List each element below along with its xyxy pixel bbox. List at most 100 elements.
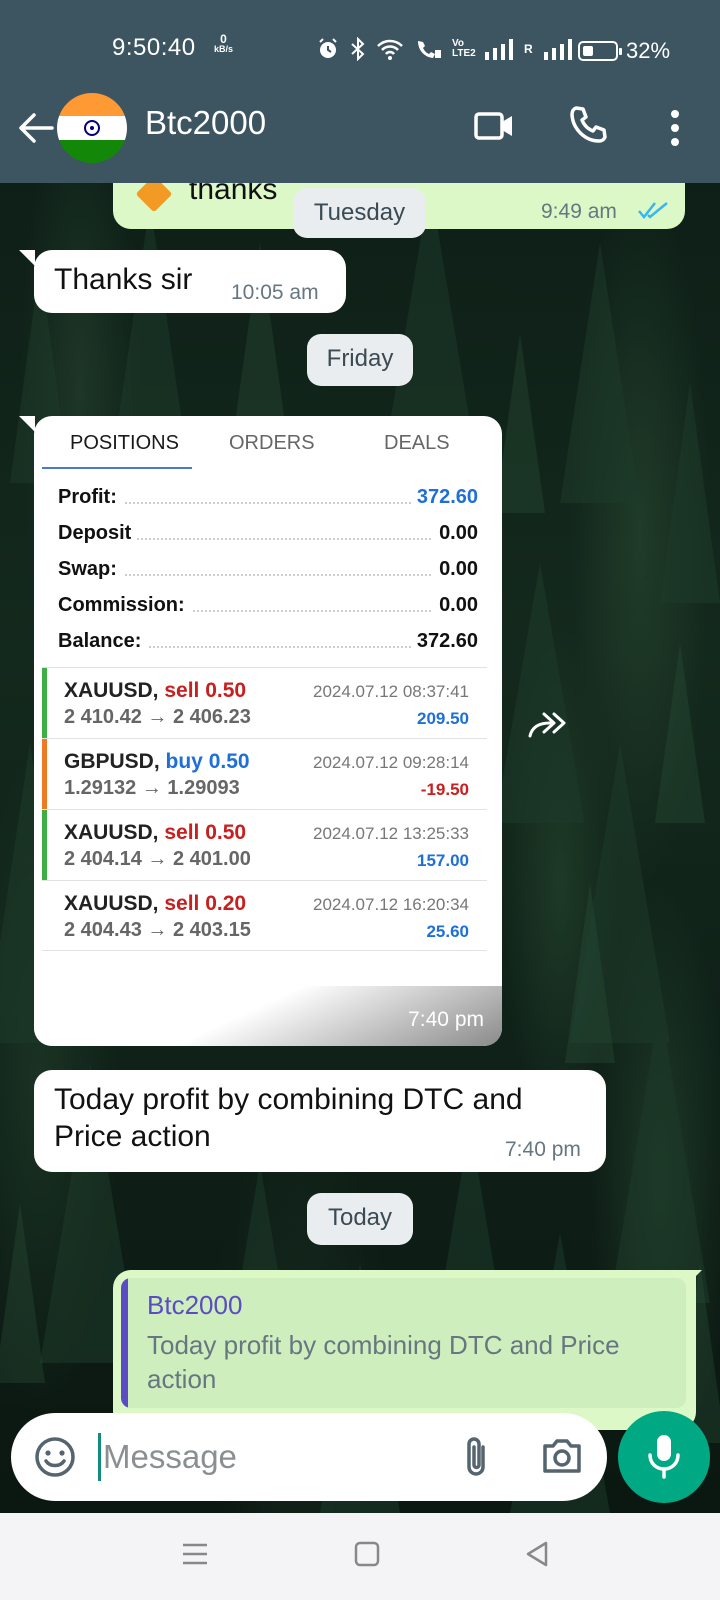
- deal-datetime: 2024.07.12 09:28:14: [313, 753, 469, 772]
- back-triangle-icon[interactable]: [522, 1539, 552, 1569]
- bubble-tail: [19, 416, 35, 432]
- emoji-icon[interactable]: [33, 1435, 77, 1479]
- orange-diamond-emoji-icon: [135, 183, 173, 213]
- contact-name[interactable]: Btc2000: [145, 104, 266, 142]
- deal-pl: -19.50: [420, 780, 469, 799]
- signal-roaming-label: R: [524, 42, 533, 56]
- deal-pl: 25.60: [426, 922, 469, 941]
- flag-chakra: [84, 120, 100, 137]
- outgoing-reply-message[interactable]: Btc2000 Today profit by combining DTC an…: [113, 1270, 696, 1430]
- message-text: Thanks sir: [54, 263, 193, 296]
- summary-deposit: Deposit 0.00: [58, 522, 478, 552]
- video-call-icon[interactable]: [474, 106, 514, 146]
- incoming-message[interactable]: Thanks sir 10:05 am: [34, 250, 346, 313]
- deal-symbol: XAUUSD,: [64, 892, 159, 915]
- deal-datetime: 2024.07.12 16:20:34: [313, 895, 469, 914]
- summary-value: 0.00: [433, 558, 478, 581]
- deal-symbol: GBPUSD,: [64, 750, 160, 773]
- reply-quote-bar: [121, 1278, 128, 1408]
- deal-row: XAUUSD, sell 0.20 2 404.43 → 2 403.15 20…: [42, 880, 487, 951]
- deal-side: sell 0.50: [164, 821, 247, 844]
- bubble-tail: [19, 250, 35, 266]
- deal-side: buy 0.50: [165, 750, 250, 773]
- image-message[interactable]: POSITIONS ORDERS DEALS Profit: 372.60 De…: [34, 416, 502, 1046]
- deal-status-bar: [42, 810, 47, 881]
- deal-prices: 2 410.42 → 2 406.23: [64, 706, 251, 728]
- message-time: 7:40 pm: [408, 1008, 484, 1031]
- message-time: 9:49 am: [541, 200, 617, 223]
- battery-percent: 32%: [626, 38, 671, 63]
- reply-quote-text: Today profit by combining DTC and Price: [147, 1330, 620, 1360]
- signal-icon: [485, 39, 513, 60]
- net-speed-value: 0: [220, 32, 227, 46]
- summary-commission: Commission: 0.00: [58, 594, 478, 624]
- mic-button[interactable]: [618, 1411, 710, 1503]
- volte-icon: Vo LTE2: [452, 38, 476, 59]
- message-time: 10:05 am: [231, 281, 319, 304]
- message-input[interactable]: [103, 1433, 433, 1481]
- message-composer: [11, 1413, 607, 1501]
- text-caret: [98, 1433, 101, 1481]
- date-separator: Today: [307, 1193, 413, 1245]
- message-text-line: Price action: [54, 1120, 211, 1153]
- overflow-menu-icon[interactable]: [660, 106, 690, 150]
- deal-side: sell 0.20: [164, 892, 247, 915]
- microphone-icon: [648, 1435, 680, 1479]
- summary-label: Commission:: [58, 594, 191, 617]
- deal-row: XAUUSD, sell 0.50 2 410.42 → 2 406.23 20…: [42, 667, 487, 739]
- message-time: 7:40 pm: [505, 1138, 581, 1161]
- summary-value: 372.60: [410, 630, 478, 653]
- deal-prices: 2 404.43 → 2 403.15: [64, 919, 251, 941]
- summary-balance: Balance: 372.60: [58, 630, 478, 660]
- bluetooth-icon: [351, 37, 365, 61]
- battery: 32%: [578, 38, 670, 64]
- wifi-icon: [377, 39, 403, 60]
- summary-value: 0.00: [433, 594, 478, 617]
- avatar[interactable]: [57, 93, 127, 163]
- alarm-icon: [319, 38, 337, 58]
- deal-symbol: XAUUSD,: [64, 679, 159, 702]
- summary-swap: Swap: 0.00: [58, 558, 478, 588]
- summary-label: Profit:: [58, 486, 123, 509]
- summary-label: Swap:: [58, 558, 123, 581]
- forward-icon[interactable]: [528, 710, 570, 740]
- tab-bar: POSITIONS ORDERS DEALS: [42, 424, 494, 469]
- signal-roaming-icon: [543, 39, 572, 60]
- deal-row: XAUUSD, sell 0.50 2 404.14 → 2 401.00 20…: [42, 809, 487, 881]
- summary-profit: Profit: 372.60: [58, 486, 478, 516]
- reply-quote[interactable]: Btc2000 Today profit by combining DTC an…: [121, 1278, 686, 1408]
- attachment-icon[interactable]: [461, 1435, 491, 1479]
- net-speed: 0 kB/s: [214, 32, 234, 54]
- read-ticks-icon: [638, 202, 668, 219]
- voice-call-icon[interactable]: [568, 104, 610, 146]
- tab-orders: ORDERS: [229, 432, 315, 454]
- summary-value: 372.60: [410, 486, 478, 509]
- deal-datetime: 2024.07.12 08:37:41: [313, 682, 469, 701]
- battery-icon: [578, 41, 622, 61]
- status-time: 9:50:40: [112, 34, 196, 61]
- incoming-message[interactable]: Today profit by combining DTC and Price …: [34, 1070, 606, 1172]
- deal-symbol: XAUUSD,: [64, 821, 159, 844]
- status-icons: Vo LTE2 R: [316, 36, 573, 62]
- message-text-line: Today profit by combining DTC and: [54, 1083, 523, 1116]
- deal-pl: 157.00: [417, 851, 469, 870]
- summary-value: 0.00: [433, 522, 478, 545]
- deal-datetime: 2024.07.12 13:25:33: [313, 824, 469, 843]
- date-separator: Tuesday: [293, 188, 426, 238]
- summary-label: Deposit: [58, 522, 138, 545]
- deal-pl: 209.50: [417, 709, 469, 728]
- system-nav-bar: [0, 1513, 720, 1600]
- status-bar: 9:50:40 0 kB/s Vo LTE2 R 32%: [0, 26, 720, 70]
- tab-deals: DEALS: [384, 432, 450, 454]
- summary-label: Balance:: [58, 630, 148, 653]
- back-arrow-icon[interactable]: [14, 106, 58, 150]
- net-speed-unit: kB/s: [214, 44, 234, 54]
- home-icon[interactable]: [352, 1539, 382, 1569]
- chat-area[interactable]: thanks 9:49 am Tuesday Thanks sir 10:05 …: [0, 183, 720, 1513]
- deal-status-bar: [42, 739, 47, 810]
- deal-prices: 2 404.14 → 2 401.00: [64, 848, 251, 870]
- reply-quote-text: action: [147, 1364, 217, 1394]
- deal-row: GBPUSD, buy 0.50 1.29132 → 1.29093 2024.…: [42, 738, 487, 810]
- camera-icon[interactable]: [541, 1437, 583, 1475]
- recents-menu-icon[interactable]: [180, 1539, 210, 1569]
